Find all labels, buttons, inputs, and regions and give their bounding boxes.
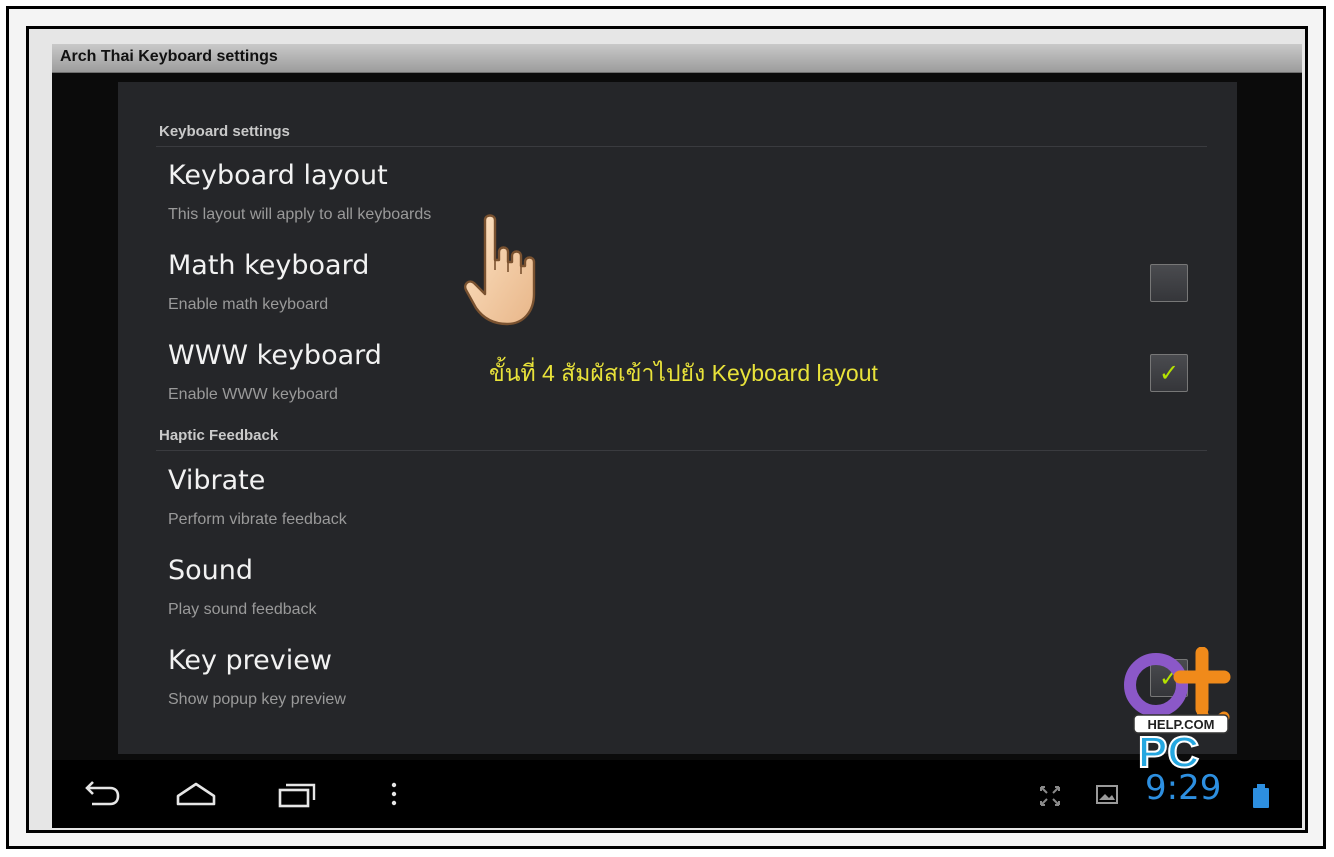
fullscreen-icon[interactable] xyxy=(1028,774,1072,814)
setting-title: WWW keyboard xyxy=(168,340,382,371)
window-title: Arch Thai Keyboard settings xyxy=(60,48,278,65)
www-keyboard-checkbox[interactable]: ✓ xyxy=(1150,354,1188,392)
setting-subtitle: This layout will apply to all keyboards xyxy=(168,206,432,223)
section-header-keyboard-settings: Keyboard settings xyxy=(159,123,290,140)
setting-subtitle: Show popup key preview xyxy=(168,691,346,708)
checkmark-icon: ✓ xyxy=(1158,359,1180,387)
tablet-screen: Arch Thai Keyboard settings Keyboard set… xyxy=(52,44,1302,828)
setting-subtitle: Enable WWW keyboard xyxy=(168,386,338,403)
helppc-watermark-logo: HELP.COM PC xyxy=(1124,647,1231,769)
setting-subtitle: Perform vibrate feedback xyxy=(168,511,347,528)
menu-icon[interactable] xyxy=(372,774,416,814)
setting-title: Sound xyxy=(168,555,254,586)
gallery-icon[interactable] xyxy=(1085,774,1129,814)
section-divider xyxy=(156,450,1207,451)
settings-panel: Keyboard settings Keyboard layout This l… xyxy=(118,82,1237,754)
recent-apps-icon[interactable] xyxy=(274,774,318,814)
pointing-hand-icon xyxy=(464,214,536,326)
setting-title: Key preview xyxy=(168,645,332,676)
math-keyboard-checkbox[interactable] xyxy=(1150,264,1188,302)
step-annotation: ขั้นที่ 4 สัมผัสเข้าไปยัง Keyboard layou… xyxy=(489,360,878,386)
back-icon[interactable] xyxy=(78,774,122,814)
home-icon[interactable] xyxy=(174,774,218,814)
section-header-haptic-feedback: Haptic Feedback xyxy=(159,427,279,444)
section-divider xyxy=(156,146,1207,147)
setting-title: Math keyboard xyxy=(168,250,370,281)
battery-icon xyxy=(1253,784,1269,808)
setting-subtitle: Play sound feedback xyxy=(168,601,317,618)
system-navigation-bar: 9:29 xyxy=(52,760,1302,828)
logo-letters: PC xyxy=(1138,728,1199,769)
window-titlebar: Arch Thai Keyboard settings xyxy=(52,44,1302,73)
setting-subtitle: Enable math keyboard xyxy=(168,296,329,313)
clock: 9:29 xyxy=(1145,768,1222,808)
setting-title: Vibrate xyxy=(168,465,266,496)
setting-title: Keyboard layout xyxy=(168,160,388,191)
